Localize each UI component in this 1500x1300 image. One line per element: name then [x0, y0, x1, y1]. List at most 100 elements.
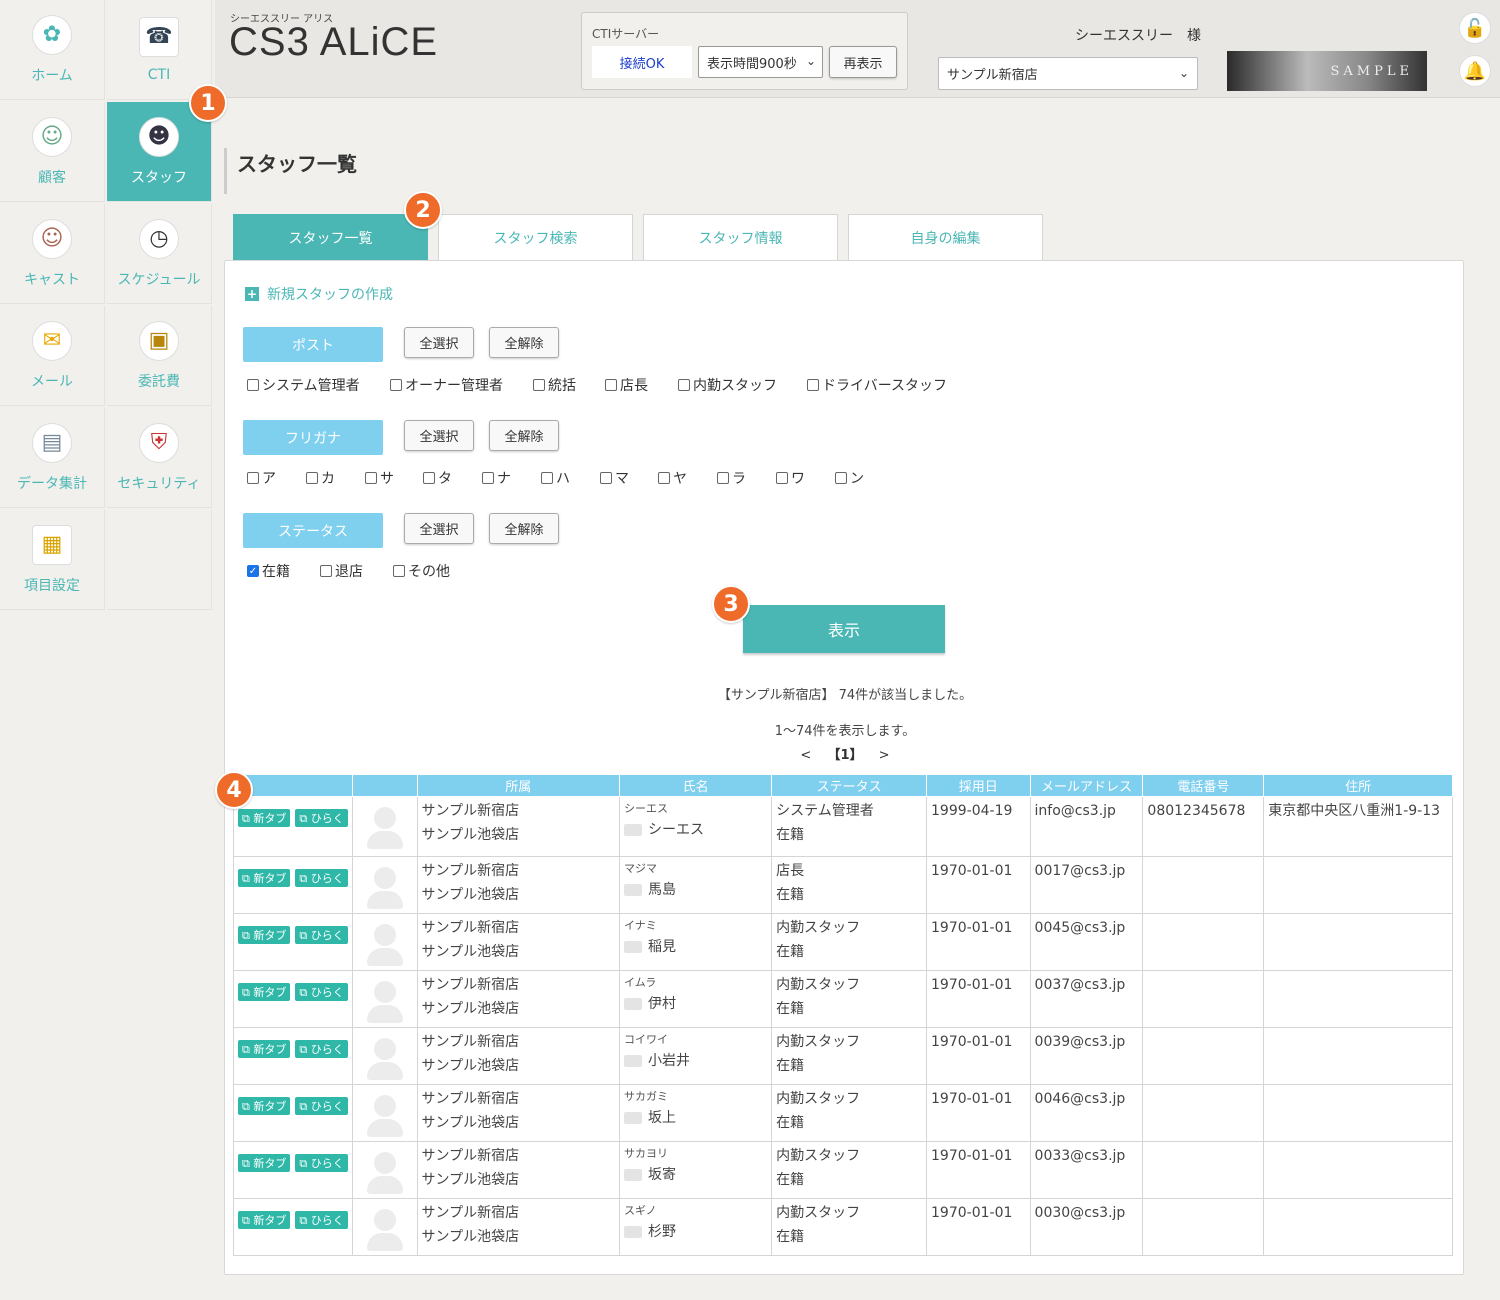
checkbox-checked[interactable]: ✓ [247, 565, 259, 577]
furigana-option[interactable]: ラ [717, 468, 776, 488]
furigana-option[interactable]: マ [600, 468, 658, 488]
cti-refresh-button[interactable]: 再表示 [829, 46, 897, 78]
furigana-clear-all-button[interactable]: 全解除 [489, 420, 559, 451]
furigana-select-all-button[interactable]: 全選択 [404, 420, 474, 451]
checkbox[interactable] [365, 472, 377, 484]
furigana-option[interactable]: タ [423, 468, 482, 488]
sidebar-item-security[interactable]: ⛨ セキュリティ [107, 408, 212, 508]
name-value[interactable]: 馬島 [648, 879, 676, 901]
checkbox[interactable] [247, 472, 259, 484]
sidebar-item-label: ホーム [31, 67, 73, 84]
tab-staff-list[interactable]: スタッフ一覧 [233, 214, 428, 261]
new-tab-button[interactable]: ⧉ 新タブ [238, 809, 291, 827]
unlock-icon[interactable]: 🔓 [1459, 12, 1491, 44]
status-option[interactable]: その他 [393, 561, 473, 581]
new-tab-button[interactable]: ⧉ 新タブ [238, 869, 291, 887]
sidebar-item-data[interactable]: ▤ データ集計 [0, 408, 105, 508]
open-label: ひらく [310, 986, 344, 999]
checkbox[interactable] [835, 472, 847, 484]
post-option[interactable]: システム管理者 [247, 375, 390, 395]
new-tab-button[interactable]: ⧉ 新タブ [238, 1097, 291, 1115]
cti-interval-select[interactable]: 表示時間900秒 ⌄ [698, 46, 823, 78]
tab-self-edit[interactable]: 自身の編集 [848, 214, 1043, 261]
sidebar-item-commission[interactable]: ▣ 委託費 [107, 306, 212, 406]
checkbox[interactable] [390, 379, 402, 391]
new-staff-link[interactable]: + 新規スタッフの作成 [245, 284, 393, 304]
sidebar-item-settings[interactable]: ▦ 項目設定 [0, 510, 105, 610]
show-button[interactable]: 表示 [743, 605, 945, 653]
checkbox[interactable] [533, 379, 545, 391]
sidebar-item-customer[interactable]: ☺ 顧客 [0, 102, 105, 202]
checkbox[interactable] [541, 472, 553, 484]
checkbox[interactable] [320, 565, 332, 577]
name-value[interactable]: 坂上 [648, 1107, 676, 1129]
name-value[interactable]: 稲見 [648, 936, 676, 958]
furigana-option[interactable]: サ [365, 468, 423, 488]
pager-next[interactable]: > [879, 748, 890, 763]
checkbox[interactable] [807, 379, 819, 391]
status-option[interactable]: 退店 [320, 561, 393, 581]
checkbox[interactable] [423, 472, 435, 484]
open-button[interactable]: ⧉ ひらく [295, 1097, 348, 1115]
furigana-option[interactable]: カ [306, 468, 365, 488]
post-option[interactable]: 店長 [605, 375, 678, 395]
post-option[interactable]: オーナー管理者 [390, 375, 533, 395]
checkbox[interactable] [605, 379, 617, 391]
checkbox[interactable] [247, 379, 259, 391]
furigana-option[interactable]: ハ [541, 468, 600, 488]
open-button[interactable]: ⧉ ひらく [295, 983, 348, 1001]
checkbox[interactable] [678, 379, 690, 391]
status-select-all-button[interactable]: 全選択 [404, 513, 474, 544]
shop-select[interactable]: サンプル新宿店 ⌄ [938, 57, 1198, 90]
new-tab-button[interactable]: ⧉ 新タブ [238, 926, 291, 944]
furigana-option[interactable]: ワ [776, 468, 835, 488]
name-value[interactable]: 坂寄 [648, 1164, 676, 1186]
bell-icon[interactable]: 🔔 [1459, 55, 1491, 87]
status-clear-all-button[interactable]: 全解除 [489, 513, 559, 544]
furigana-option[interactable]: ナ [482, 468, 541, 488]
name-value[interactable]: 伊村 [648, 993, 676, 1015]
avatar [366, 1036, 403, 1082]
sidebar-item-schedule[interactable]: ◷ スケジュール [107, 204, 212, 304]
status-value: 在籍 [776, 827, 805, 843]
checkbox[interactable] [658, 472, 670, 484]
checkbox[interactable] [717, 472, 729, 484]
checkbox[interactable] [482, 472, 494, 484]
new-tab-button[interactable]: ⧉ 新タブ [238, 1154, 291, 1172]
post-select-all-button[interactable]: 全選択 [404, 327, 474, 358]
furigana-option[interactable]: ア [247, 468, 306, 488]
tab-staff-info[interactable]: スタッフ情報 [643, 214, 838, 261]
new-tab-button[interactable]: ⧉ 新タブ [238, 983, 291, 1001]
checkbox[interactable] [393, 565, 405, 577]
status-option[interactable]: ✓ 在籍 [247, 561, 320, 581]
open-button[interactable]: ⧉ ひらく [295, 926, 348, 944]
shop-secondary: サンプル池袋店 [421, 1001, 520, 1017]
post-option[interactable]: ドライバースタッフ [807, 375, 967, 395]
sidebar-item-home[interactable]: ✿ ホーム [0, 0, 105, 100]
sidebar-item-mail[interactable]: ✉ メール [0, 306, 105, 406]
furigana-option[interactable]: ン [835, 468, 894, 488]
checkbox[interactable] [306, 472, 318, 484]
name-value[interactable]: シーエス [648, 819, 704, 841]
new-tab-button[interactable]: ⧉ 新タブ [238, 1040, 291, 1058]
open-button[interactable]: ⧉ ひらく [295, 1211, 348, 1229]
sidebar-item-cti[interactable]: ☎ CTI [107, 0, 212, 100]
post-option[interactable]: 統括 [533, 375, 605, 395]
name-value[interactable]: 小岩井 [648, 1050, 690, 1072]
tab-staff-search[interactable]: スタッフ検索 [438, 214, 633, 261]
sidebar-item-label: セキュリティ [117, 475, 201, 492]
open-button[interactable]: ⧉ ひらく [295, 1040, 348, 1058]
pager-prev[interactable]: < [800, 748, 811, 763]
checkbox[interactable] [776, 472, 788, 484]
sidebar-item-cast[interactable]: ☺ キャスト [0, 204, 105, 304]
checkbox[interactable] [600, 472, 612, 484]
open-button[interactable]: ⧉ ひらく [295, 869, 348, 887]
open-button[interactable]: ⧉ ひらく [295, 1154, 348, 1172]
name-value[interactable]: 杉野 [648, 1221, 676, 1243]
open-button[interactable]: ⧉ ひらく [295, 809, 348, 827]
post-option[interactable]: 内勤スタッフ [678, 375, 807, 395]
pager-current[interactable]: 【1】 [827, 748, 862, 763]
furigana-option[interactable]: ヤ [658, 468, 717, 488]
new-tab-button[interactable]: ⧉ 新タブ [238, 1211, 291, 1229]
post-clear-all-button[interactable]: 全解除 [489, 327, 559, 358]
